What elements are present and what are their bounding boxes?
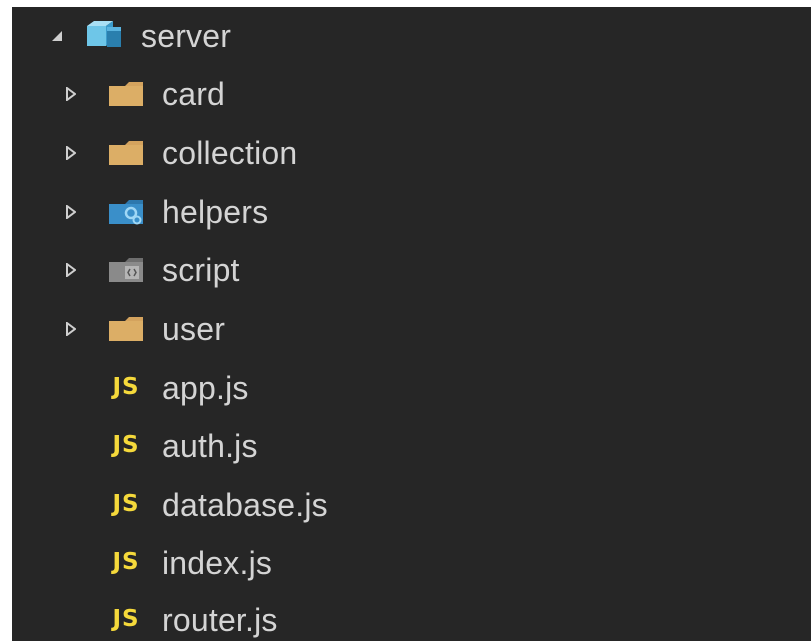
tree-item-script[interactable]: script: [12, 241, 811, 299]
tree-item-server[interactable]: server: [12, 7, 811, 65]
tree-item-label: user: [162, 311, 226, 347]
javascript-file-icon: JS: [112, 606, 140, 632]
tree-item-label: helpers: [162, 194, 269, 230]
tree-item-label: router.js: [162, 602, 278, 638]
tree-item-label: auth.js: [162, 428, 258, 464]
javascript-file-icon: JS: [112, 432, 140, 458]
script-folder-icon: [106, 255, 146, 285]
folder-icon: [106, 314, 146, 344]
tree-item-label: index.js: [162, 545, 273, 581]
collapsed-chevron-icon[interactable]: [64, 144, 78, 162]
tree-item-database-js[interactable]: JS database.js: [12, 476, 811, 534]
folder-icon: [106, 79, 146, 109]
expanded-chevron-icon[interactable]: [50, 27, 64, 45]
tree-item-card[interactable]: card: [12, 65, 811, 123]
tree-item-label: app.js: [162, 370, 249, 406]
javascript-file-icon: JS: [112, 491, 140, 517]
javascript-file-icon: JS: [112, 549, 140, 575]
tree-item-label: database.js: [162, 487, 328, 523]
javascript-file-icon: JS: [112, 374, 140, 400]
collapsed-chevron-icon[interactable]: [64, 261, 78, 279]
tree-item-router-js[interactable]: JS router.js: [12, 591, 811, 641]
tree-item-collection[interactable]: collection: [12, 124, 811, 182]
tree-item-auth-js[interactable]: JS auth.js: [12, 417, 811, 475]
collapsed-chevron-icon[interactable]: [64, 320, 78, 338]
tree-item-app-js[interactable]: JS app.js: [12, 359, 811, 417]
collapsed-chevron-icon[interactable]: [64, 203, 78, 221]
tree-item-label: card: [162, 76, 226, 112]
tree-item-index-js[interactable]: JS index.js: [12, 534, 811, 592]
folder-icon: [106, 138, 146, 168]
tree-item-label: script: [162, 252, 240, 288]
tree-item-user[interactable]: user: [12, 300, 811, 358]
tree-item-label: server: [141, 18, 232, 54]
tree-item-helpers[interactable]: helpers: [12, 183, 811, 241]
collapsed-chevron-icon[interactable]: [64, 85, 78, 103]
tree-item-label: collection: [162, 135, 298, 171]
file-explorer-tree: server card collection helpers script us…: [12, 7, 811, 641]
helpers-folder-icon: [106, 197, 146, 227]
server-folder-icon: [84, 19, 124, 49]
